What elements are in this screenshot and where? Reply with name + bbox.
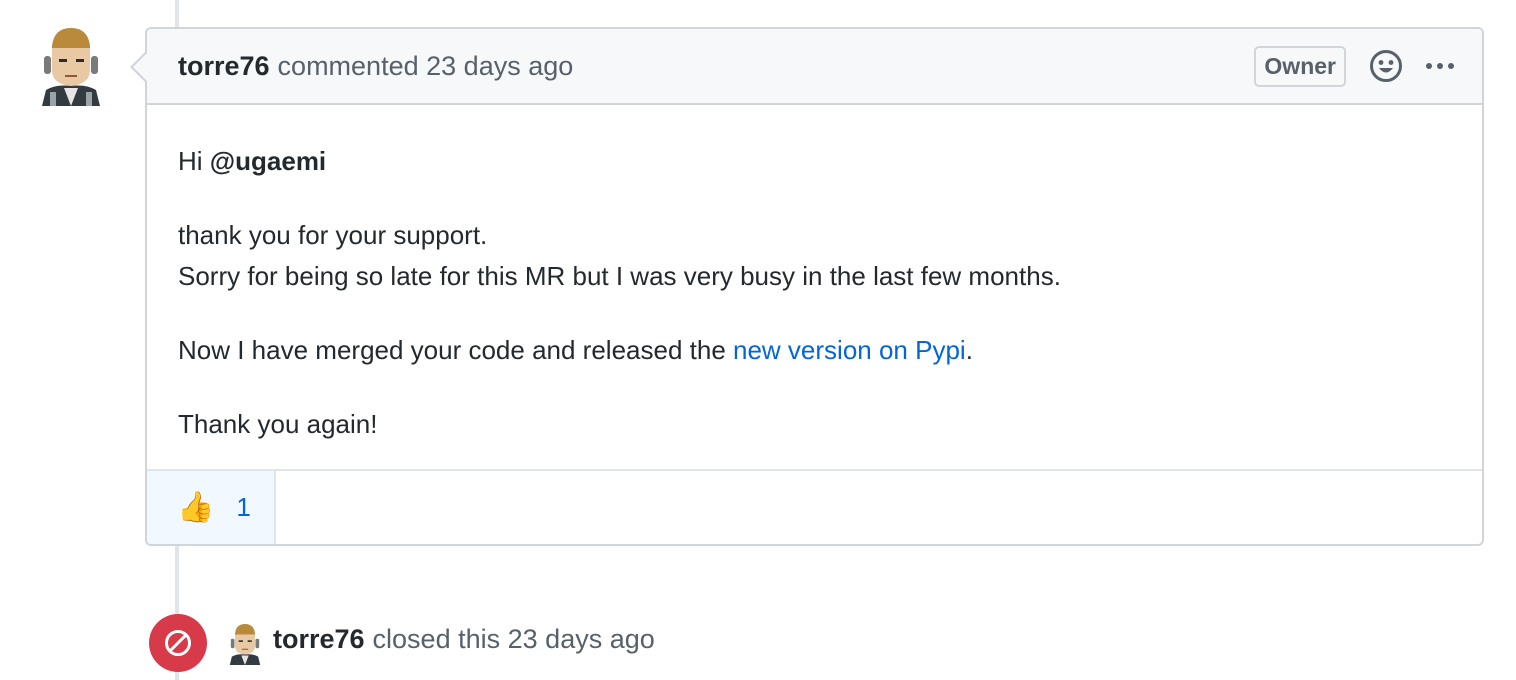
paragraph-thanks: Thank you again! [178, 404, 1451, 445]
kebab-horizontal-icon[interactable] [1422, 48, 1458, 84]
comment-header: torre76 commented 23 days ago Owner [147, 29, 1482, 105]
reaction-thumbs-up[interactable]: 👍 1 [147, 471, 276, 544]
avatar[interactable] [40, 26, 102, 106]
comment-body: Hi @ugaemi thank you for your support. So… [147, 105, 1482, 469]
body-line-1: thank you for your support. [178, 220, 488, 250]
event-author[interactable]: torre76 [273, 624, 365, 654]
comment-author[interactable]: torre76 [178, 51, 270, 82]
body-line-4: Thank you again! [178, 409, 378, 439]
paragraph-support: thank you for your support. Sorry for bei… [178, 215, 1451, 297]
comment-arrow-fill [133, 53, 147, 81]
greeting-line: Hi @ugaemi [178, 141, 1451, 182]
body-line-2: Sorry for being so late for this MR but … [178, 261, 1061, 291]
body-line-3-prefix: Now I have merged your code and released… [178, 335, 734, 365]
closed-event: torre76 closed this 23 days ago [273, 624, 655, 655]
circle-slash-icon [149, 614, 207, 672]
comment-action: commented [277, 50, 419, 81]
timeline: torre76 commented 23 days ago Owner Hi @… [0, 0, 1516, 680]
user-mention[interactable]: @ugaemi [210, 146, 326, 176]
owner-badge: Owner [1254, 45, 1346, 87]
greeting-text: Hi [178, 146, 210, 176]
pypi-link[interactable]: new version on Pypi [733, 335, 966, 365]
paragraph-release: Now I have merged your code and released… [178, 330, 1451, 371]
event-action: closed this [372, 624, 501, 654]
timeline-line-top [175, 0, 179, 28]
reaction-count: 1 [236, 492, 251, 522]
comment-time[interactable]: 23 days ago [426, 51, 573, 82]
event-avatar[interactable] [227, 623, 263, 665]
reactions-bar: 👍 1 [147, 469, 1482, 544]
body-line-3-suffix: . [965, 335, 973, 365]
comment-card: torre76 commented 23 days ago Owner Hi @… [130, 27, 1484, 546]
thumbs-up-icon: 👍 [177, 491, 215, 524]
smiley-icon[interactable] [1368, 48, 1404, 84]
event-time[interactable]: 23 days ago [508, 624, 655, 654]
